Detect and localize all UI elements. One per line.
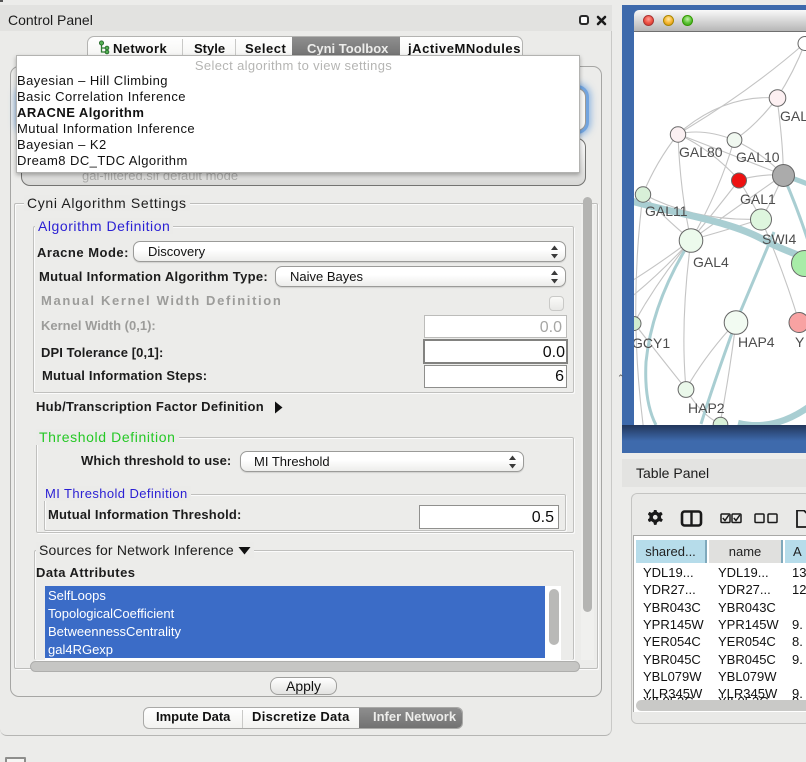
svg-text:Y: Y — [795, 334, 805, 350]
svg-text:SWI4: SWI4 — [762, 231, 796, 247]
svg-text:GAL4: GAL4 — [693, 254, 729, 270]
svg-text:GAL10: GAL10 — [736, 149, 780, 165]
svg-text:GAL11: GAL11 — [645, 203, 688, 219]
svg-text:GAL1: GAL1 — [740, 191, 776, 207]
svg-text:HAP4: HAP4 — [738, 334, 775, 350]
svg-text:GAL8: GAL8 — [780, 108, 806, 124]
svg-text:HAP2: HAP2 — [688, 400, 725, 416]
svg-text:GAL80: GAL80 — [679, 144, 723, 160]
svg-text:GCY1: GCY1 — [634, 335, 670, 351]
